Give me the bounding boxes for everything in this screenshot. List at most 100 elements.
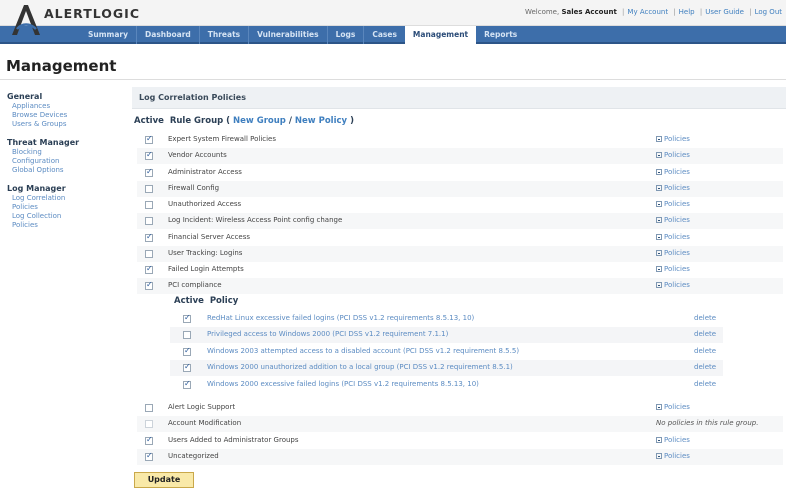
policies-link[interactable]: Policies bbox=[656, 216, 690, 224]
log-out-link[interactable]: Log Out bbox=[755, 8, 782, 16]
delete-link[interactable]: delete bbox=[694, 363, 716, 371]
delete-link[interactable]: delete bbox=[694, 314, 716, 322]
policies-label: Policies bbox=[664, 435, 690, 444]
policies-link[interactable]: Policies bbox=[656, 168, 690, 176]
alertlogic-logo[interactable]: ALERTLOGIC bbox=[8, 1, 148, 39]
policies-link[interactable]: Policies bbox=[656, 403, 690, 411]
policy-row: Windows 2000 unauthorized addition to a … bbox=[170, 360, 723, 377]
new-group-link[interactable]: New Group bbox=[233, 116, 286, 126]
update-button[interactable]: Update bbox=[134, 472, 194, 488]
active-checkbox[interactable] bbox=[145, 280, 153, 291]
active-checkbox[interactable] bbox=[145, 134, 153, 144]
active-checkbox[interactable] bbox=[145, 232, 153, 242]
help-link[interactable]: Help bbox=[679, 8, 695, 16]
close-paren: ) bbox=[350, 116, 354, 126]
policy-active-checkbox[interactable] bbox=[183, 313, 191, 323]
sidebar-item-browse-devices[interactable]: Browse Devices bbox=[7, 111, 123, 120]
sidebar-item-log-correlation-policies[interactable]: Log Correlation Policies bbox=[7, 194, 77, 212]
policies-link[interactable]: Policies bbox=[656, 281, 690, 289]
active-checkbox[interactable] bbox=[145, 167, 153, 177]
policy-active-checkbox[interactable] bbox=[183, 379, 191, 389]
expand-plus-icon[interactable] bbox=[656, 404, 662, 410]
policy-active-checkbox[interactable] bbox=[183, 346, 191, 356]
rule-group-row: Financial Server Access Policies bbox=[137, 230, 783, 246]
policy-active-checkbox[interactable] bbox=[183, 362, 191, 373]
expand-plus-icon[interactable] bbox=[656, 152, 662, 159]
policies-label: Policies bbox=[664, 216, 690, 225]
rule-group-row: Unauthorized Access Policies bbox=[137, 197, 783, 213]
expand-plus-icon[interactable] bbox=[656, 217, 662, 224]
policies-link[interactable]: Policies bbox=[656, 135, 690, 143]
delete-link[interactable]: delete bbox=[694, 330, 716, 338]
policies-link[interactable]: Policies bbox=[656, 151, 690, 159]
top-bar: ALERTLOGIC Welcome, Sales Account | My Ac… bbox=[0, 0, 786, 35]
rule-group-name: Alert Logic Support bbox=[168, 403, 236, 411]
expand-plus-icon[interactable] bbox=[656, 201, 662, 207]
policy-name-link[interactable]: Windows 2000 unauthorized addition to a … bbox=[207, 363, 513, 371]
policy-col-active: Active bbox=[174, 296, 204, 306]
rule-group-row: PCI compliance Policies bbox=[137, 278, 783, 295]
page-title: Management bbox=[6, 57, 117, 75]
active-checkbox[interactable] bbox=[145, 217, 153, 226]
active-checkbox[interactable] bbox=[145, 451, 153, 461]
policies-link[interactable]: Policies bbox=[656, 436, 690, 444]
expand-plus-icon[interactable] bbox=[656, 233, 662, 240]
expand-plus-icon[interactable] bbox=[656, 136, 662, 142]
policy-row: Privileged access to Windows 2000 (PCI D… bbox=[170, 327, 723, 344]
policies-link[interactable]: Policies bbox=[656, 233, 690, 241]
sidebar-item-global-options[interactable]: Global Options bbox=[7, 166, 123, 175]
policy-active-checkbox[interactable] bbox=[183, 331, 191, 340]
policies-link[interactable]: Policies bbox=[656, 184, 690, 192]
policies-label: Policies bbox=[664, 232, 690, 241]
policy-name-link[interactable]: Privileged access to Windows 2000 (PCI D… bbox=[207, 330, 448, 338]
policy-name-link[interactable]: Windows 2003 attempted access to a disab… bbox=[207, 347, 519, 355]
expand-plus-icon[interactable] bbox=[656, 249, 662, 256]
new-policy-link[interactable]: New Policy bbox=[295, 116, 347, 126]
nav-reports[interactable]: Reports bbox=[476, 26, 525, 44]
rule-group-name: Financial Server Access bbox=[168, 232, 251, 241]
expand-plus-icon[interactable] bbox=[656, 436, 662, 443]
sidebar-item-blocking-configuration[interactable]: Blocking Configuration bbox=[7, 148, 77, 166]
nav-vulnerabilities[interactable]: Vulnerabilities bbox=[248, 26, 326, 44]
policies-link[interactable]: Policies bbox=[656, 452, 690, 460]
active-checkbox[interactable] bbox=[145, 264, 153, 274]
policies-link[interactable]: Policies bbox=[656, 249, 690, 257]
delete-link[interactable]: delete bbox=[694, 347, 716, 355]
policies-label: Policies bbox=[664, 248, 690, 257]
active-checkbox[interactable] bbox=[145, 404, 153, 412]
active-checkbox[interactable] bbox=[145, 150, 153, 161]
policies-label: Policies bbox=[664, 167, 690, 176]
policies-link[interactable]: Policies bbox=[656, 265, 690, 273]
nav-management[interactable]: Management bbox=[404, 26, 477, 44]
sidebar-item-users-groups[interactable]: Users & Groups bbox=[7, 120, 123, 129]
policies-link[interactable]: Policies bbox=[656, 200, 690, 208]
rule-group-row: Uncategorized Policies bbox=[137, 448, 783, 465]
expand-plus-icon[interactable] bbox=[656, 184, 662, 191]
policies-label: Policies bbox=[664, 183, 690, 192]
rule-group-name: Failed Login Attempts bbox=[168, 265, 244, 273]
active-checkbox[interactable] bbox=[145, 249, 153, 258]
policy-name-link[interactable]: RedHat Linux excessive failed logins (PC… bbox=[207, 314, 474, 322]
sidebar-item-appliances[interactable]: Appliances bbox=[7, 102, 123, 111]
rule-group-name: Vendor Accounts bbox=[168, 151, 227, 160]
active-checkbox[interactable] bbox=[145, 435, 153, 445]
nav-threats[interactable]: Threats bbox=[198, 26, 248, 44]
policies-label: Policies bbox=[664, 451, 690, 460]
col-rule-group-label: Rule Group ( bbox=[169, 116, 231, 126]
expand-plus-icon[interactable] bbox=[656, 452, 662, 459]
sidebar-group-general: General Appliances Browse Devices Users … bbox=[7, 92, 123, 129]
expand-plus-icon[interactable] bbox=[656, 266, 662, 272]
policy-name-link[interactable]: Windows 2000 excessive failed logins (PC… bbox=[207, 380, 479, 388]
section-header: Log Correlation Policies bbox=[132, 87, 786, 109]
active-checkbox[interactable] bbox=[145, 201, 153, 209]
nav-cases[interactable]: Cases bbox=[363, 26, 405, 44]
user-guide-link[interactable]: User Guide bbox=[705, 8, 744, 16]
sidebar-item-log-collection-policies[interactable]: Log Collection Policies bbox=[7, 212, 77, 230]
welcome-prefix: Welcome, bbox=[524, 8, 560, 16]
expand-plus-icon[interactable] bbox=[656, 168, 662, 175]
my-account-link[interactable]: My Account bbox=[627, 8, 668, 16]
nav-logs[interactable]: Logs bbox=[326, 26, 364, 44]
expand-plus-icon[interactable] bbox=[656, 282, 662, 289]
active-checkbox[interactable] bbox=[145, 184, 153, 193]
delete-link[interactable]: delete bbox=[694, 380, 716, 388]
